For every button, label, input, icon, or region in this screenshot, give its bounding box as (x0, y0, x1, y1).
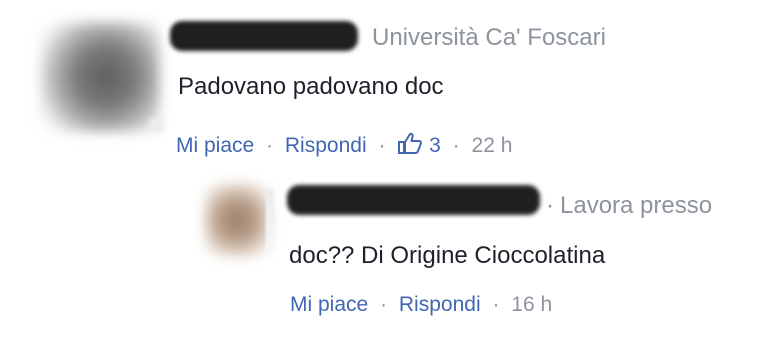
reply-avatar[interactable] (205, 183, 269, 257)
separator: · (452, 134, 460, 157)
separator: · (266, 134, 274, 157)
comment-timestamp[interactable]: 22 h (472, 134, 513, 157)
commenter-name-redacted[interactable] (170, 21, 358, 51)
reply-name-redacted[interactable] (287, 185, 540, 215)
separator: · (546, 192, 554, 219)
commenter-avatar[interactable] (40, 22, 160, 132)
avatar-artifact (150, 118, 164, 132)
thumbs-up-icon[interactable] (397, 131, 423, 155)
reply-affiliation: Lavora presso (560, 192, 713, 219)
reply-timestamp[interactable]: 16 h (511, 293, 552, 316)
reply-link[interactable]: Rispondi (285, 134, 367, 157)
like-link[interactable]: Mi piace (176, 134, 254, 157)
comment-text: Padovano padovano doc (178, 73, 444, 100)
like-count[interactable]: 3 (429, 134, 441, 157)
separator: · (380, 293, 388, 316)
like-link[interactable]: Mi piace (290, 293, 368, 316)
comment-actions: Mi piace · Rispondi · 3 · 22 h (176, 131, 512, 158)
commenter-affiliation: Università Ca' Foscari (372, 24, 606, 51)
avatar-artifact (266, 190, 274, 250)
separator: · (492, 293, 500, 316)
reply-affiliation-row: · Lavora presso (546, 192, 712, 220)
reply-actions: Mi piace · Rispondi · 16 h (290, 293, 552, 317)
reply-text: doc?? Di Origine Cioccolatina (289, 242, 606, 269)
separator: · (378, 134, 386, 157)
reply-link[interactable]: Rispondi (399, 293, 481, 316)
